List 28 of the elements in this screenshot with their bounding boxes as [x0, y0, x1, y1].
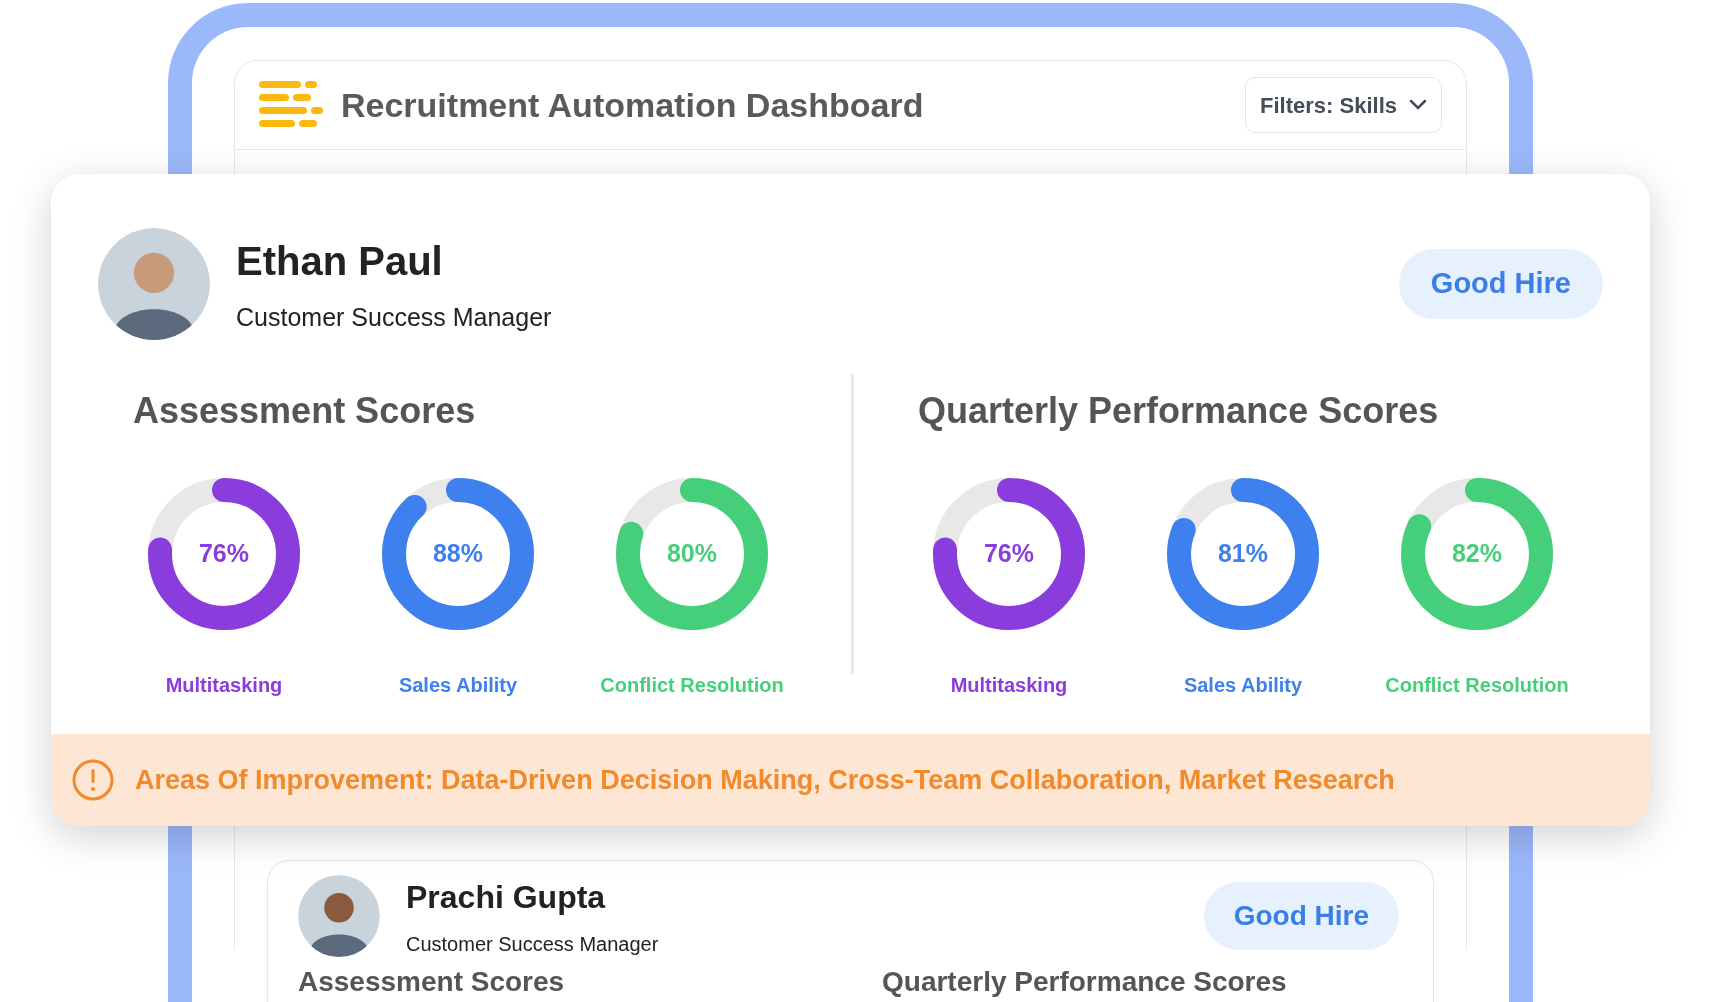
improvement-text: Areas Of Improvement: Data-Driven Decision Making, Cross-Team Collaboration, Market Research	[135, 763, 1395, 797]
score-label: Sales Ability	[398, 673, 518, 698]
score-label: Multitasking	[950, 673, 1068, 698]
hire-status-tag: Good Hire	[1203, 882, 1399, 950]
section-title: Quarterly Performance Scores	[882, 965, 1287, 999]
alert-icon	[71, 758, 115, 802]
score-value: 82%	[1451, 538, 1502, 570]
score-value: 76%	[983, 538, 1034, 570]
candidate-role: Customer Success Manager	[406, 932, 659, 957]
score-value: 88%	[432, 538, 483, 570]
candidate-name: Ethan Paul	[236, 238, 444, 286]
score-value: 81%	[1217, 538, 1268, 570]
candidate-name: Prachi Gupta	[406, 878, 607, 917]
section-title: Quarterly Performance Scores	[918, 390, 1439, 431]
chevron-down-icon	[1409, 99, 1427, 111]
filter-dropdown[interactable]: Filters: Skills	[1245, 77, 1442, 133]
score-label: Conflict Resolution	[1385, 673, 1569, 698]
score-label: Conflict Resolution	[600, 673, 784, 698]
logo-icon	[259, 81, 323, 129]
hire-status-tag: Good Hire	[1398, 249, 1603, 319]
score-label: Sales Ability	[1183, 673, 1303, 698]
score-value: 80%	[666, 538, 717, 570]
score-value: 76%	[198, 538, 249, 570]
section-title: Assessment Scores	[133, 390, 476, 431]
score-label: Multitasking	[165, 673, 283, 698]
section-title: Assessment Scores	[298, 965, 566, 999]
candidate-role: Customer Success Manager	[236, 302, 552, 334]
dashboard-title: Recruitment Automation Dashboard	[341, 84, 924, 126]
